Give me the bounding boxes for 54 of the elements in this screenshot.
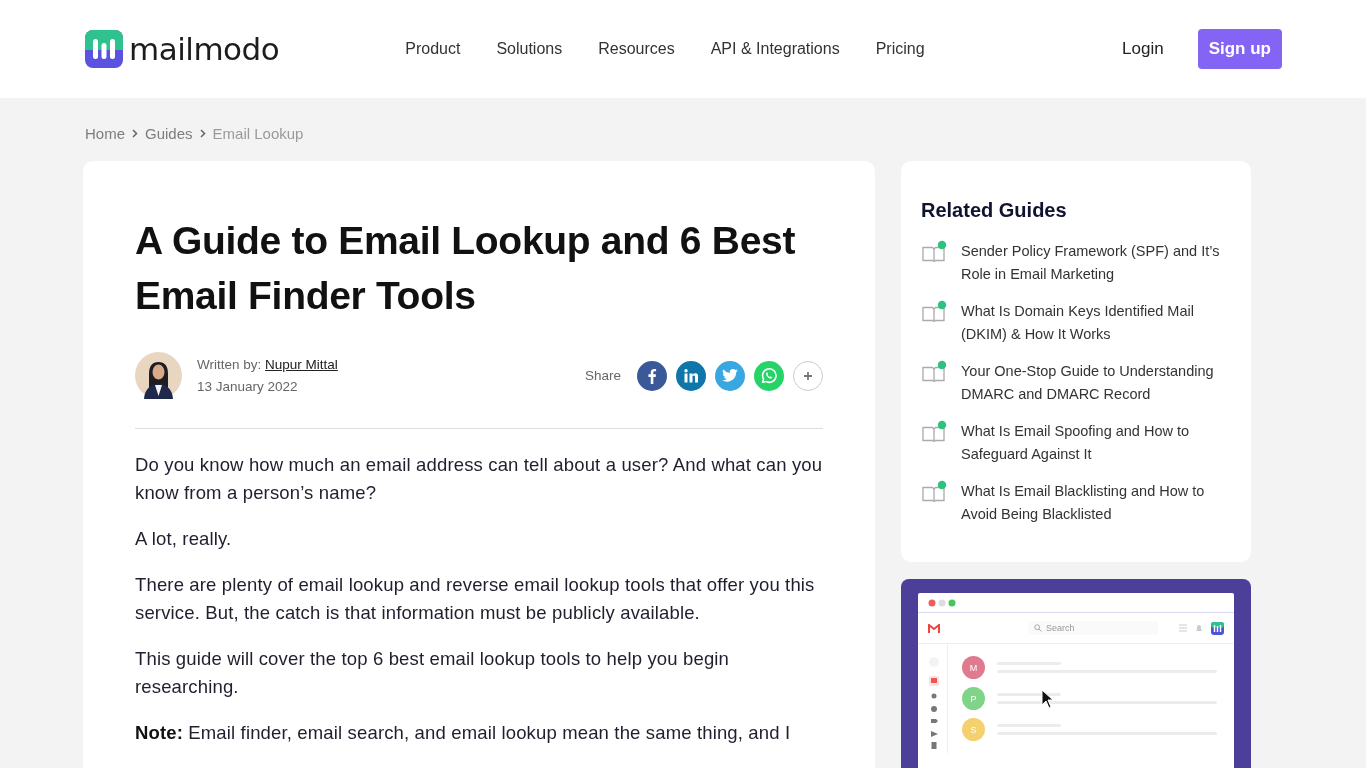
article-title: A Guide to Email Lookup and 6 Best Email Finder Tools [135,218,797,319]
search-icon [1034,624,1042,632]
related-guides-heading: Related Guides [921,199,1068,222]
more-share-button[interactable] [793,360,823,391]
book-icon [921,240,947,262]
body-paragraph: Note: Email finder, email search, and email lookup mean the same thing, and I [135,721,792,745]
cursor-icon [1041,689,1055,709]
plus-icon [803,370,813,381]
facebook-share-button[interactable] [637,360,667,391]
body-paragraph: This guide will cover the top 6 best email lookup tools to help you begin researching. [135,647,731,699]
mail-logo-icon [928,623,940,633]
bell-icon [1195,623,1203,633]
body-paragraph: A lot, really. [135,527,233,551]
breadcrumb-link[interactable]: Guides [145,124,193,142]
logo-icon [1211,621,1224,635]
avatar-letter: P [962,687,985,710]
related-guide-link[interactable]: Sender Policy Framework (SPF) and It’s Role in Email Marketing [961,240,1231,286]
related-guide-link[interactable]: What Is Email Blacklisting and How to Avoid Being Blacklisted [961,480,1231,526]
book-icon [921,420,947,442]
avatar-letter: S [962,718,985,741]
author-label: Written by: [197,356,262,372]
linkedin-icon [684,368,698,383]
nav-link[interactable]: Solutions [496,40,563,58]
grid-icon [1179,624,1187,632]
book-icon [921,480,947,502]
whatsapp-icon [760,366,778,385]
linkedin-share-button[interactable] [676,360,706,391]
facebook-icon [645,367,659,384]
breadcrumb-link[interactable]: Home [85,124,125,142]
twitter-bird-icon [722,369,738,382]
logo-icon[interactable] [85,30,123,68]
search-placeholder: Search [1046,623,1075,633]
avatar-letter: M [962,656,985,679]
body-paragraph: There are plenty of email lookup and reverse email lookup tools that offer you this service. But, the catch is that information must be publicly available. [135,573,816,625]
book-icon [921,360,947,382]
related-guide-link[interactable]: What Is Domain Keys Identified Mail (DKIM) & How It Works [961,300,1231,346]
window-controls-icon [928,599,958,607]
publish-date: 13 January 2022 [197,377,299,396]
related-guide-link[interactable]: Your One-Stop Guide to Understanding DMARC and DMARC Record [961,360,1231,406]
nav-link[interactable]: Product [405,40,461,58]
chevron-icon [132,128,138,138]
nav-link[interactable]: API & Integrations [710,40,840,58]
book-icon [921,300,947,322]
related-guide-link[interactable]: What Is Email Spoofing and How to Safeguard Against It [961,420,1231,466]
body-paragraph: Do you know how much an email address can tell about a user? And what can you know from a person’s name? [135,453,823,505]
twitter-share-button[interactable] [715,360,745,391]
nav-link[interactable]: Pricing [875,40,925,58]
chevron-icon [199,128,206,138]
signup-button[interactable]: Sign up [1197,29,1282,69]
nav-link[interactable]: Resources [598,40,675,58]
author-link[interactable]: Nupur Mittal [265,356,338,372]
share-label: Share [584,368,621,383]
login-link[interactable]: Login [1122,39,1164,59]
logo-wordmark[interactable]: mailmodo [129,31,280,67]
